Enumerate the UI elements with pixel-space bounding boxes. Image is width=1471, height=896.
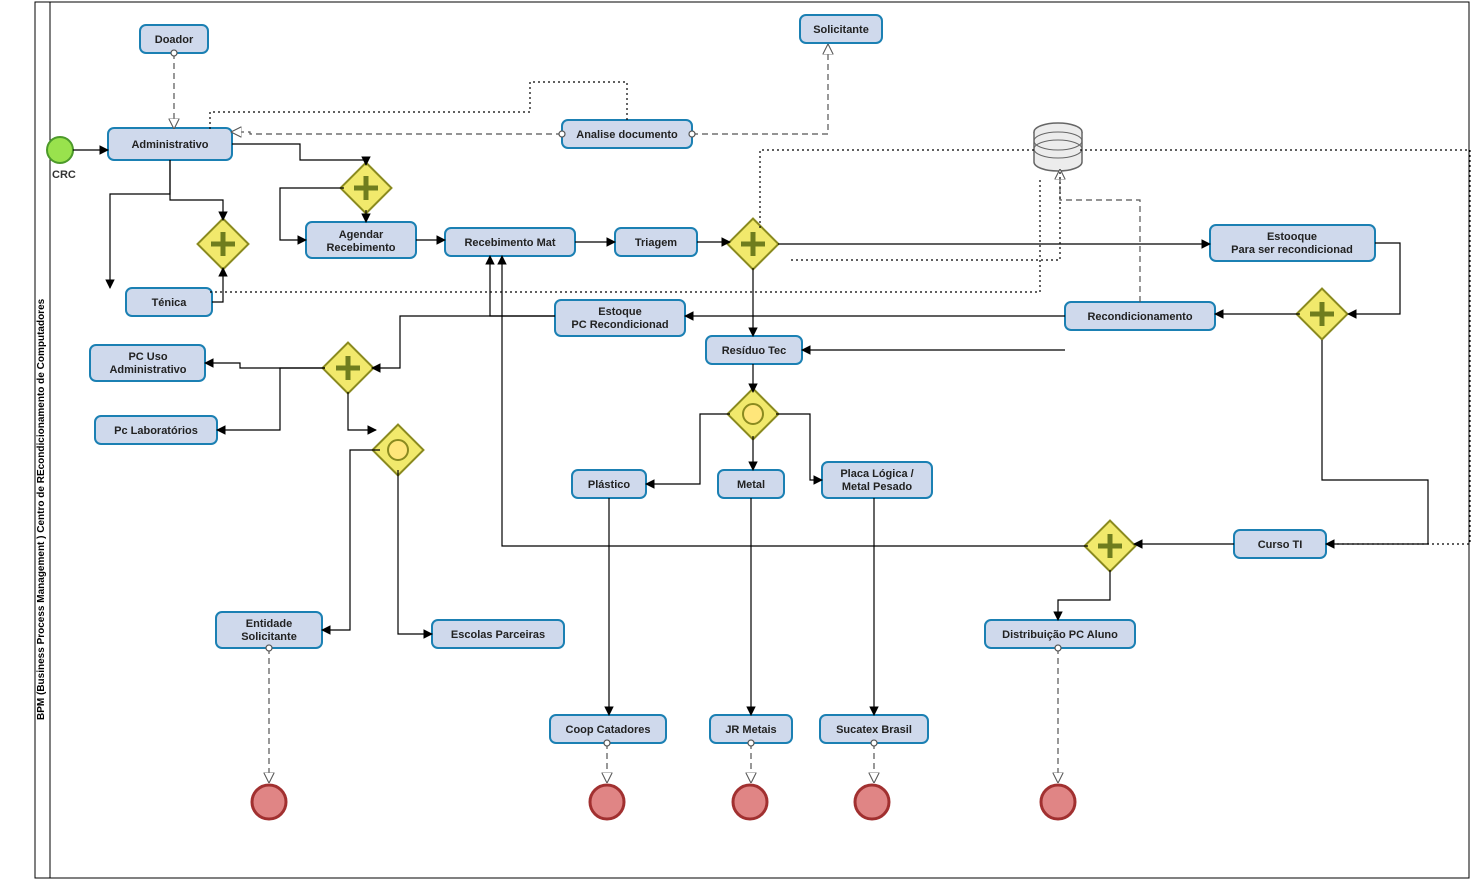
end-event-5 [1041, 785, 1075, 819]
task-doador: Doador [140, 25, 208, 53]
task-recondicionamento: Recondicionamento [1065, 302, 1215, 330]
task-metal: Metal [718, 470, 784, 498]
task-plastico: Plástico [572, 470, 646, 498]
task-coop: Coop Catadores [550, 715, 666, 743]
gateway-plus-6 [1085, 521, 1136, 572]
task-entsolic: EntidadeSolicitante [216, 612, 322, 648]
svg-text:Plástico: Plástico [588, 479, 630, 491]
svg-text:Recondicionamento: Recondicionamento [1087, 311, 1192, 323]
svg-text:EntidadeSolicitante: EntidadeSolicitante [241, 618, 297, 643]
gateway-plus-4 [1297, 289, 1348, 340]
task-tecnica: Ténica [126, 288, 212, 316]
task-agendar: AgendarRecebimento [306, 222, 416, 258]
svg-text:Doador: Doador [155, 34, 194, 46]
task-distaluno: Distribuição PC Aluno [985, 620, 1135, 648]
task-sucatex: Sucatex Brasil [820, 715, 928, 743]
data-store-icon [1034, 123, 1082, 171]
task-pcuso: PC UsoAdministrativo [90, 345, 205, 381]
gateway-incl-1 [373, 425, 424, 476]
task-pclab: Pc Laboratórios [95, 416, 217, 444]
end-event-3 [733, 785, 767, 819]
end-event-1 [252, 785, 286, 819]
svg-text:Sucatex Brasil: Sucatex Brasil [836, 724, 912, 736]
gateway-plus-1 [198, 219, 249, 270]
task-estoque-pc: EstoquePC Recondicionad [555, 300, 685, 336]
svg-text:Resíduo Tec: Resíduo Tec [722, 345, 787, 357]
svg-text:Placa Lógica /Metal Pesado: Placa Lógica /Metal Pesado [840, 468, 913, 493]
svg-text:Metal: Metal [737, 479, 765, 491]
task-escolas: Escolas Parceiras [432, 620, 564, 648]
end-event-4 [855, 785, 889, 819]
task-curso: Curso TI [1234, 530, 1326, 558]
svg-text:Recebimento Mat: Recebimento Mat [464, 237, 555, 249]
bpmn-diagram: BPM (Business Process Management ) Centr… [0, 0, 1471, 896]
svg-text:Pc Laboratórios: Pc Laboratórios [114, 425, 198, 437]
svg-text:Administrativo: Administrativo [131, 139, 208, 151]
gateway-plus-5 [323, 343, 374, 394]
svg-text:Solicitante: Solicitante [813, 24, 869, 36]
gateway-plus-3 [728, 219, 779, 270]
start-label: CRC [52, 169, 76, 181]
gateway-plus-2 [341, 163, 392, 214]
task-solicitante: Solicitante [800, 15, 882, 43]
task-recebmat: Recebimento Mat [445, 228, 575, 256]
svg-text:Distribuição PC Aluno: Distribuição PC Aluno [1002, 629, 1118, 641]
task-placa: Placa Lógica /Metal Pesado [822, 462, 932, 498]
svg-text:Curso TI: Curso TI [1258, 539, 1303, 551]
svg-text:Analise documento: Analise documento [576, 129, 678, 141]
task-administrativo: Administrativo [108, 128, 232, 160]
task-estoque-reco: EstooquePara ser recondicionad [1210, 225, 1375, 261]
pool-title: BPM (Business Process Management ) Centr… [36, 298, 47, 720]
svg-text:Coop Catadores: Coop Catadores [566, 724, 651, 736]
task-triagem: Triagem [615, 228, 697, 256]
svg-text:Ténica: Ténica [152, 297, 188, 309]
task-residuo: Resíduo Tec [706, 336, 802, 364]
start-event [47, 137, 73, 163]
svg-text:Escolas Parceiras: Escolas Parceiras [451, 629, 545, 641]
task-analise: Analise documento [562, 120, 692, 148]
task-jr: JR Metais [710, 715, 792, 743]
svg-text:Triagem: Triagem [635, 237, 677, 249]
end-event-2 [590, 785, 624, 819]
svg-text:JR Metais: JR Metais [725, 724, 776, 736]
gateway-incl-2 [728, 389, 779, 440]
